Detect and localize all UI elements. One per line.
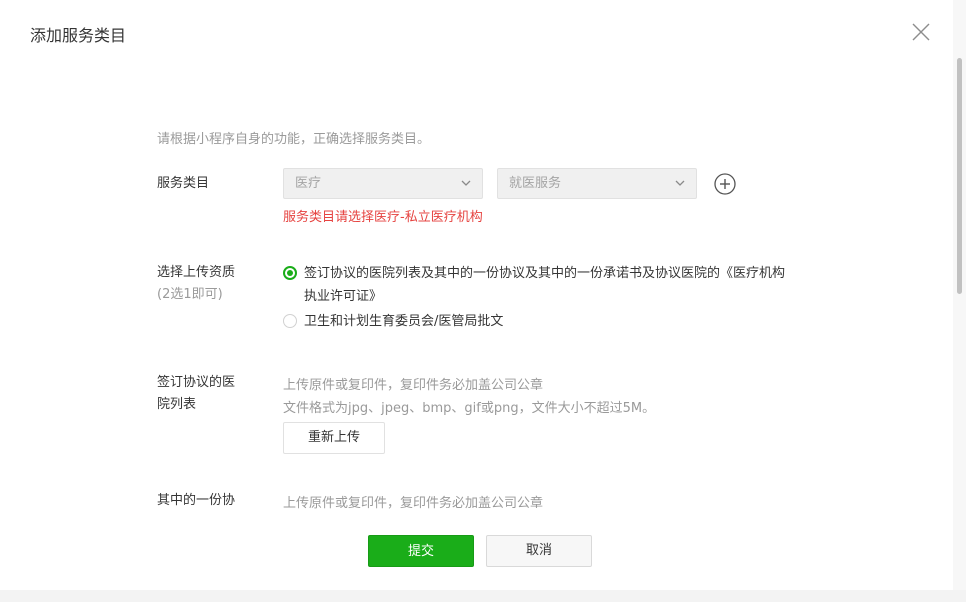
primary-category-select[interactable]: 医疗 xyxy=(283,168,483,199)
plus-circle-icon[interactable] xyxy=(714,173,736,195)
qualification-option-label: 卫生和计划生育委员会/医管局批文 xyxy=(304,314,504,329)
reupload-button[interactable]: 重新上传 xyxy=(283,422,385,454)
chevron-down-icon xyxy=(461,180,471,186)
category-error-message: 服务类目请选择医疗-私立医疗机构 xyxy=(283,210,483,225)
qualification-option-approval[interactable]: 卫生和计划生育委员会/医管局批文 xyxy=(283,310,794,333)
hospital-list-label-line1: 签订协议的医 xyxy=(157,375,236,390)
dialog-title: 添加服务类目 xyxy=(30,26,127,45)
backdrop-strip xyxy=(0,590,966,602)
vertical-scrollbar[interactable] xyxy=(953,0,966,590)
scrollbar-thumb[interactable] xyxy=(957,58,962,294)
primary-category-value: 医疗 xyxy=(295,176,322,191)
radio-checked[interactable] xyxy=(283,266,297,280)
qualification-sublabel: (2选1即可) xyxy=(157,287,223,302)
chevron-down-icon xyxy=(675,180,685,186)
qualification-label-text: 选择上传资质 xyxy=(157,265,236,280)
qualification-label: 选择上传资质 (2选1即可) xyxy=(157,262,235,306)
radio-unchecked[interactable] xyxy=(283,314,297,328)
hospital-list-hint-copy: 上传原件或复印件，复印件务必加盖公司公章 xyxy=(283,378,544,393)
submit-button[interactable]: 提交 xyxy=(368,535,474,567)
hospital-list-label-line2: 院列表 xyxy=(157,397,197,412)
agreement-label: 其中的一份协 xyxy=(157,493,236,508)
qualification-option-label: 签订协议的医院列表及其中的一份协议及其中的一份承诺书及协议医院的《医疗机构执业许… xyxy=(304,266,786,304)
add-service-category-dialog: 请根据小程序自身的功能，正确选择服务类目。 服务类目 医疗 就医服务 服务类目请… xyxy=(0,0,960,590)
cancel-button[interactable]: 取消 xyxy=(486,535,592,567)
secondary-category-value: 就医服务 xyxy=(509,176,562,191)
hospital-list-hint-format: 文件格式为jpg、jpeg、bmp、gif或png，文件大小不超过5M。 xyxy=(283,401,656,416)
close-icon[interactable] xyxy=(910,21,932,43)
hospital-list-label: 签订协议的医 院列表 xyxy=(157,372,235,416)
secondary-category-select[interactable]: 就医服务 xyxy=(497,168,697,199)
dialog-content[interactable]: 请根据小程序自身的功能，正确选择服务类目。 服务类目 医疗 就医服务 服务类目请… xyxy=(0,0,953,515)
intro-text: 请根据小程序自身的功能，正确选择服务类目。 xyxy=(157,132,431,147)
dialog-footer xyxy=(0,515,953,590)
agreement-hint-copy: 上传原件或复印件，复印件务必加盖公司公章 xyxy=(283,496,544,511)
qualification-option-agreement[interactable]: 签订协议的医院列表及其中的一份协议及其中的一份承诺书及协议医院的《医疗机构执业许… xyxy=(283,262,794,308)
category-label: 服务类目 xyxy=(157,176,210,191)
